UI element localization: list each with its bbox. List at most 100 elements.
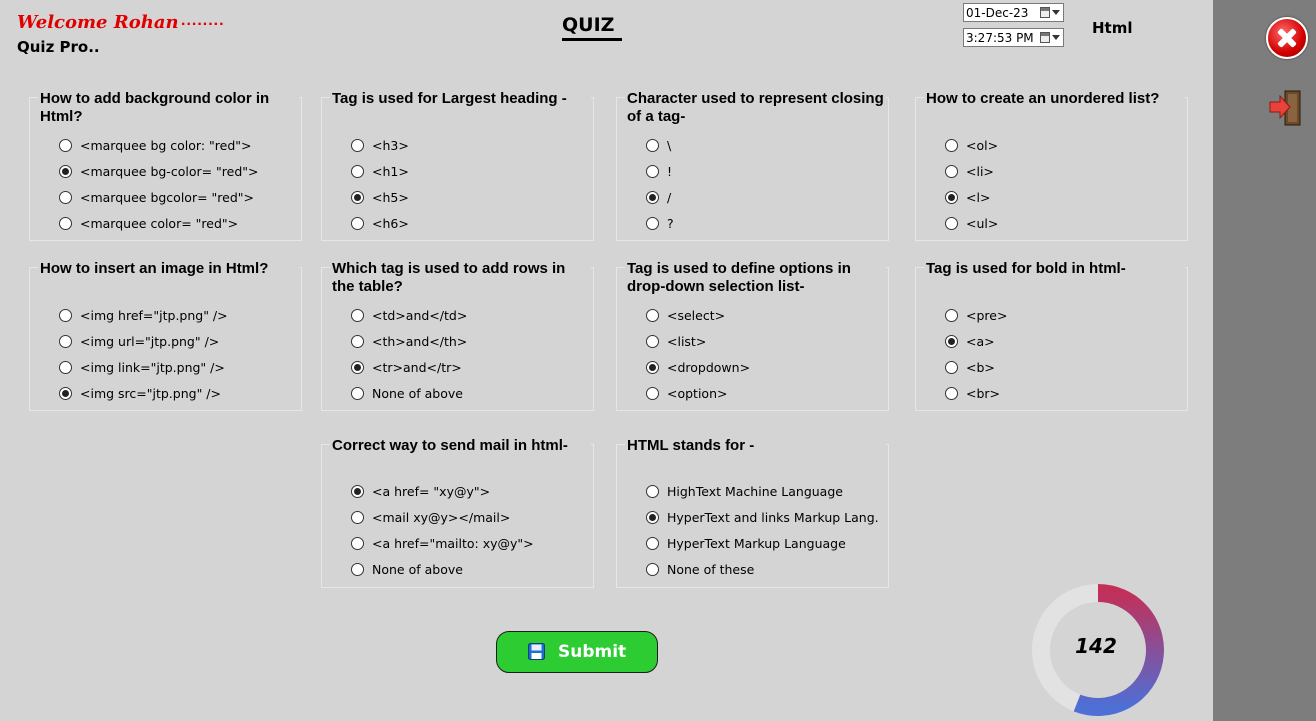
radio-button[interactable] xyxy=(945,165,958,178)
radio-button[interactable] xyxy=(945,335,958,348)
option-label: <a href="mailto: xy@y"> xyxy=(372,536,534,551)
option-label: <img url="jtp.png" /> xyxy=(80,334,220,349)
radio-button[interactable] xyxy=(945,191,958,204)
option-label: <h3> xyxy=(372,138,409,153)
timer-value: 142 xyxy=(1075,634,1117,658)
question-title: Which tag is used to add rows in the tab… xyxy=(330,260,591,296)
radio-button[interactable] xyxy=(945,139,958,152)
radio-button[interactable] xyxy=(945,361,958,374)
radio-button[interactable] xyxy=(59,387,72,400)
close-icon[interactable] xyxy=(1266,17,1308,59)
option-label: <tr>and</tr> xyxy=(372,360,462,375)
question-group: Which tag is used to add rows in the tab… xyxy=(321,260,594,411)
option-label: <td>and</td> xyxy=(372,308,468,323)
option-label: <list> xyxy=(667,334,707,349)
radio-button[interactable] xyxy=(646,139,659,152)
date-value: 01-Dec-23 xyxy=(966,6,1029,20)
chevron-down-icon[interactable] xyxy=(1052,35,1060,40)
radio-button[interactable] xyxy=(646,485,659,498)
option-label: <dropdown> xyxy=(667,360,751,375)
radio-button[interactable] xyxy=(59,309,72,322)
exit-door-icon[interactable] xyxy=(1266,89,1306,127)
date-picker[interactable]: 01-Dec-23 xyxy=(963,3,1064,22)
option-label: HighText Machine Language xyxy=(667,484,843,499)
radio-button[interactable] xyxy=(59,165,72,178)
option-label: / xyxy=(667,190,672,205)
radio-button[interactable] xyxy=(646,191,659,204)
option-label: ! xyxy=(667,164,673,179)
radio-button[interactable] xyxy=(646,563,659,576)
option-label: <marquee color= "red"> xyxy=(80,216,239,231)
submit-button[interactable]: Submit xyxy=(496,631,658,673)
radio-button[interactable] xyxy=(351,217,364,230)
option-label: <marquee bg-color= "red"> xyxy=(80,164,259,179)
welcome-dots: ........ xyxy=(181,12,225,29)
question-group: Tag is used for Largest heading - <h3> <h1… xyxy=(321,90,594,241)
title-underline xyxy=(562,38,622,41)
option-label: HyperText Markup Language xyxy=(667,536,846,551)
radio-button[interactable] xyxy=(351,191,364,204)
question-title: How to insert an image in Html? xyxy=(38,260,299,278)
option-label: <img link="jtp.png" /> xyxy=(80,360,225,375)
radio-button[interactable] xyxy=(351,537,364,550)
radio-button[interactable] xyxy=(59,139,72,152)
radio-button[interactable] xyxy=(351,165,364,178)
radio-button[interactable] xyxy=(646,309,659,322)
option-label: <ul> xyxy=(966,216,999,231)
radio-button[interactable] xyxy=(945,217,958,230)
radio-button[interactable] xyxy=(351,485,364,498)
question-group: How to create an unordered list? <ol> <li>… xyxy=(915,90,1188,241)
option-label: <l> xyxy=(966,190,991,205)
option-label: <a> xyxy=(966,334,995,349)
option-label: <h5> xyxy=(372,190,409,205)
radio-button[interactable] xyxy=(646,217,659,230)
option-label: ? xyxy=(667,216,674,231)
submit-label: Submit xyxy=(558,642,627,662)
question-group: Character used to represent closing of a… xyxy=(616,90,889,241)
radio-button[interactable] xyxy=(59,335,72,348)
question-group: How to add background color in Html? <mar… xyxy=(29,90,302,241)
radio-button[interactable] xyxy=(351,387,364,400)
option-label: <a href= "xy@y"> xyxy=(372,484,491,499)
radio-button[interactable] xyxy=(351,361,364,374)
option-label: <mail xy@y></mail> xyxy=(372,510,511,525)
radio-button[interactable] xyxy=(646,387,659,400)
chevron-down-icon[interactable] xyxy=(1052,10,1060,15)
question-group: How to insert an image in Html? <img href… xyxy=(29,260,302,411)
radio-button[interactable] xyxy=(646,537,659,550)
radio-button[interactable] xyxy=(945,387,958,400)
question-group: Tag is used to define options in drop-do… xyxy=(616,260,889,411)
welcome-text: Welcome Rohan xyxy=(17,12,179,33)
option-label: <br> xyxy=(966,386,1001,401)
question-title: HTML stands for - xyxy=(625,437,886,455)
calendar-icon xyxy=(1040,32,1050,43)
radio-button[interactable] xyxy=(945,309,958,322)
option-label: <img href="jtp.png" /> xyxy=(80,308,228,323)
save-disk-icon xyxy=(528,643,545,660)
option-label: <li> xyxy=(966,164,994,179)
app-name: Quiz Pro.. xyxy=(17,38,100,56)
question-group: HTML stands for - HighText Machine Langua… xyxy=(616,437,889,588)
radio-button[interactable] xyxy=(59,361,72,374)
option-label: <h1> xyxy=(372,164,409,179)
radio-button[interactable] xyxy=(351,139,364,152)
time-value: 3:27:53 PM xyxy=(966,31,1034,45)
radio-button[interactable] xyxy=(646,335,659,348)
radio-button[interactable] xyxy=(351,511,364,524)
radio-button[interactable] xyxy=(59,191,72,204)
radio-button[interactable] xyxy=(646,511,659,524)
radio-button[interactable] xyxy=(351,309,364,322)
radio-button[interactable] xyxy=(646,361,659,374)
radio-button[interactable] xyxy=(646,165,659,178)
option-label: <img src="jtp.png" /> xyxy=(80,386,221,401)
calendar-icon xyxy=(1040,7,1050,18)
time-picker[interactable]: 3:27:53 PM xyxy=(963,28,1064,47)
radio-button[interactable] xyxy=(351,563,364,576)
radio-button[interactable] xyxy=(351,335,364,348)
radio-button[interactable] xyxy=(59,217,72,230)
option-label: None of above xyxy=(372,386,463,401)
option-label: <option> xyxy=(667,386,728,401)
question-group: Tag is used for bold in html- <pre> <a> <b>… xyxy=(915,260,1188,411)
question-title: How to create an unordered list? xyxy=(924,90,1185,108)
question-title: Correct way to send mail in html- xyxy=(330,437,591,455)
